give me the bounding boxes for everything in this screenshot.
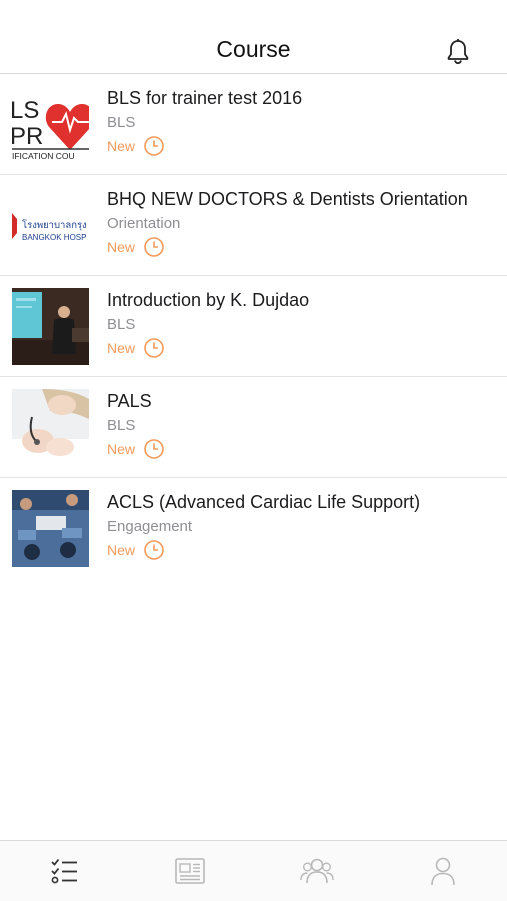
course-item[interactable]: ACLS (Advanced Cardiac Life Support) Eng… xyxy=(0,478,507,578)
course-title: BHQ NEW DOCTORS & Dentists Orientation xyxy=(107,189,468,209)
tab-bar xyxy=(0,840,507,901)
course-category: BLS xyxy=(107,417,136,434)
course-status: New xyxy=(107,239,136,255)
course-item[interactable]: LS PR IFICATION COU BLS for trainer test… xyxy=(0,74,507,175)
page-title: Course xyxy=(216,36,291,62)
checklist-icon[interactable] xyxy=(46,853,82,889)
course-status: New xyxy=(107,340,136,356)
newspaper-icon[interactable] xyxy=(172,853,208,889)
clock-icon xyxy=(144,439,164,459)
group-icon[interactable] xyxy=(299,853,335,889)
course-item[interactable]: PALS BLS New xyxy=(0,377,507,478)
thumb-text-line: LS xyxy=(12,97,39,124)
course-category: BLS xyxy=(107,316,136,333)
course-title: ACLS (Advanced Cardiac Life Support) xyxy=(107,492,421,512)
course-thumbnail-bangkok-hospital: โรงพยาบาลกรุง BANGKOK HOSP xyxy=(12,187,89,264)
thumb-text-line: โรงพยาบาลกรุง xyxy=(22,219,87,231)
course-status: New xyxy=(107,441,136,457)
clock-icon xyxy=(144,237,164,257)
clock-icon xyxy=(144,136,164,156)
thumb-text-line: PR xyxy=(12,123,43,150)
bell-icon[interactable] xyxy=(442,36,474,68)
course-title: BLS for trainer test 2016 xyxy=(107,88,303,108)
clock-icon xyxy=(144,540,164,560)
person-icon[interactable] xyxy=(425,853,461,889)
course-thumbnail-presentation-photo xyxy=(12,288,89,365)
thumb-text-line: IFICATION COU xyxy=(12,151,75,161)
course-list: LS PR IFICATION COU BLS for trainer test… xyxy=(0,74,507,578)
course-item[interactable]: โรงพยาบาลกรุง BANGKOK HOSP BHQ NEW DOCTO… xyxy=(0,175,507,276)
course-thumbnail-pediatric-photo xyxy=(12,389,89,466)
clock-icon xyxy=(144,338,164,358)
nav-header: Course xyxy=(0,0,507,74)
course-status: New xyxy=(107,542,136,558)
course-category: Orientation xyxy=(107,215,181,232)
course-category: Engagement xyxy=(107,518,193,535)
course-title: PALS xyxy=(107,391,152,411)
course-title: Introduction by K. Dujdao xyxy=(107,290,310,310)
course-status: New xyxy=(107,138,136,154)
course-category: BLS xyxy=(107,114,136,131)
course-thumbnail-bls-cpr: LS PR IFICATION COU xyxy=(12,86,89,163)
course-thumbnail-training-photo xyxy=(12,490,89,567)
course-item[interactable]: Introduction by K. Dujdao BLS New xyxy=(0,276,507,377)
thumb-text-line: BANGKOK HOSP xyxy=(22,233,86,242)
